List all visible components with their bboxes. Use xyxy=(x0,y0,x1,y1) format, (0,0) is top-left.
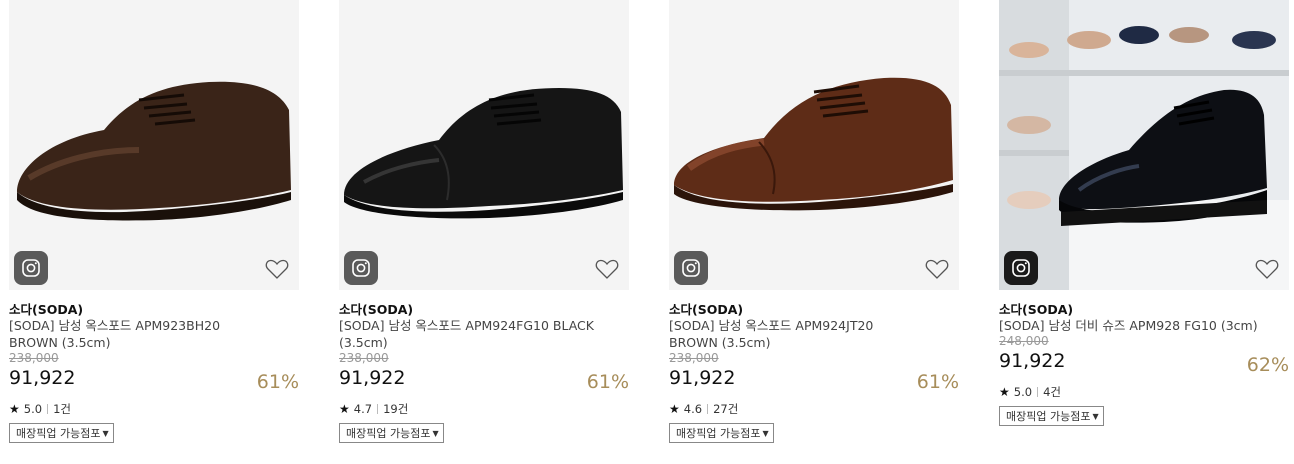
product-card[interactable]: 소다(SODA) [SODA] 남성 더비 슈즈 APM928 FG10 (3c… xyxy=(999,0,1289,464)
pickup-label: 매장픽업 가능점포 xyxy=(16,427,101,440)
product-name-line2: (3.5cm) xyxy=(339,335,388,350)
brand-name[interactable]: 소다(SODA) xyxy=(339,299,629,317)
instagram-icon[interactable] xyxy=(1004,251,1038,285)
heart-icon[interactable] xyxy=(595,258,619,280)
price-row: 238,000 91,922 61% xyxy=(9,351,299,395)
brand-name[interactable]: 소다(SODA) xyxy=(669,299,959,317)
product-name-line1: [SODA] 남성 옥스포드 APM924JT20 xyxy=(669,318,874,333)
review-count: 19건 xyxy=(383,402,409,416)
discount-rate: 62% xyxy=(1246,354,1289,376)
product-name-line2: BROWN (3.5cm) xyxy=(9,335,111,350)
divider xyxy=(47,404,49,414)
product-image[interactable] xyxy=(999,0,1289,290)
divider xyxy=(1037,387,1039,397)
original-price: 238,000 xyxy=(9,351,59,365)
review-count: 4건 xyxy=(1043,385,1061,399)
discount-rate: 61% xyxy=(586,371,629,393)
shoe-image xyxy=(344,88,623,219)
price-row: 238,000 91,922 61% xyxy=(339,351,629,395)
heart-icon[interactable] xyxy=(1255,258,1279,280)
rating-row: ★ 5.0 4건 xyxy=(999,384,1289,400)
product-name[interactable]: [SODA] 남성 더비 슈즈 APM928 FG10 (3cm) xyxy=(999,317,1289,334)
shoe-image xyxy=(17,81,291,221)
pickup-label: 매장픽업 가능점포 xyxy=(676,427,761,440)
product-grid: 소다(SODA) [SODA] 남성 옥스포드 APM923BH20 BROWN… xyxy=(0,0,1294,464)
pickup-label: 매장픽업 가능점포 xyxy=(1006,410,1091,423)
rating-score: 5.0 xyxy=(1013,385,1033,399)
review-count: 27건 xyxy=(713,402,739,416)
rating-row: ★ 5.0 1건 xyxy=(9,401,299,417)
product-card[interactable]: 소다(SODA) [SODA] 남성 옥스포드 APM923BH20 BROWN… xyxy=(9,0,299,464)
original-price: 238,000 xyxy=(669,351,719,365)
product-name-line1: [SODA] 남성 옥스포드 APM923BH20 xyxy=(9,318,221,333)
discount-rate: 61% xyxy=(916,371,959,393)
instagram-icon[interactable] xyxy=(344,251,378,285)
product-card[interactable]: 소다(SODA) [SODA] 남성 옥스포드 APM924FG10 BLACK… xyxy=(339,0,629,464)
sale-price: 91,922 xyxy=(9,367,76,389)
instagram-icon[interactable] xyxy=(14,251,48,285)
star-icon: ★ xyxy=(339,402,350,416)
caret-down-icon: ▼ xyxy=(762,428,769,438)
pickup-label: 매장픽업 가능점포 xyxy=(346,427,431,440)
divider xyxy=(707,404,709,414)
rating-row: ★ 4.6 27건 xyxy=(669,401,959,417)
original-price: 238,000 xyxy=(339,351,389,365)
product-name[interactable]: [SODA] 남성 옥스포드 APM924JT20 BROWN (3.5cm) xyxy=(669,317,959,351)
brand-name[interactable]: 소다(SODA) xyxy=(999,299,1289,317)
sale-price: 91,922 xyxy=(669,367,736,389)
heart-icon[interactable] xyxy=(265,258,289,280)
star-icon: ★ xyxy=(999,385,1010,399)
review-count: 1건 xyxy=(53,402,71,416)
store-pickup-dropdown[interactable]: 매장픽업 가능점포 ▼ xyxy=(999,406,1104,426)
caret-down-icon: ▼ xyxy=(102,428,109,438)
store-pickup-dropdown[interactable]: 매장픽업 가능점포 ▼ xyxy=(339,423,444,443)
sale-price: 91,922 xyxy=(999,350,1066,372)
product-image[interactable] xyxy=(9,0,299,290)
rating-score: 4.6 xyxy=(683,402,703,416)
product-name[interactable]: [SODA] 남성 옥스포드 APM924FG10 BLACK (3.5cm) xyxy=(339,317,629,351)
shoe-image xyxy=(999,0,1289,290)
brand-name[interactable]: 소다(SODA) xyxy=(9,299,299,317)
caret-down-icon: ▼ xyxy=(432,428,439,438)
price-row: 248,000 91,922 62% xyxy=(999,334,1289,378)
product-card[interactable]: 소다(SODA) [SODA] 남성 옥스포드 APM924JT20 BROWN… xyxy=(669,0,959,464)
star-icon: ★ xyxy=(669,402,680,416)
discount-rate: 61% xyxy=(256,371,299,393)
caret-down-icon: ▼ xyxy=(1092,411,1099,421)
store-pickup-dropdown[interactable]: 매장픽업 가능점포 ▼ xyxy=(669,423,774,443)
rating-score: 5.0 xyxy=(23,402,43,416)
original-price: 248,000 xyxy=(999,334,1049,348)
star-icon: ★ xyxy=(9,402,20,416)
store-pickup-dropdown[interactable]: 매장픽업 가능점포 ▼ xyxy=(9,423,114,443)
heart-icon[interactable] xyxy=(925,258,949,280)
divider xyxy=(377,404,379,414)
rating-row: ★ 4.7 19건 xyxy=(339,401,629,417)
product-image[interactable] xyxy=(339,0,629,290)
shoe-image xyxy=(674,77,953,211)
product-name-line2: BROWN (3.5cm) xyxy=(669,335,771,350)
price-row: 238,000 91,922 61% xyxy=(669,351,959,395)
product-name[interactable]: [SODA] 남성 옥스포드 APM923BH20 BROWN (3.5cm) xyxy=(9,317,299,351)
product-name-line1: [SODA] 남성 옥스포드 APM924FG10 BLACK xyxy=(339,318,594,333)
rating-score: 4.7 xyxy=(353,402,373,416)
product-image[interactable] xyxy=(669,0,959,290)
sale-price: 91,922 xyxy=(339,367,406,389)
instagram-icon[interactable] xyxy=(674,251,708,285)
product-name-line1: [SODA] 남성 더비 슈즈 APM928 FG10 (3cm) xyxy=(999,318,1258,333)
